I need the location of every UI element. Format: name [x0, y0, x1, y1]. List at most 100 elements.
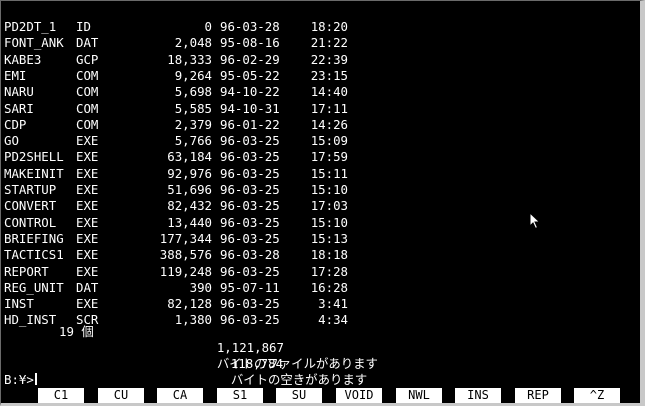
file-date: 95-07-11 [220, 280, 280, 295]
file-date: 95-08-16 [220, 35, 280, 50]
total-size-line: 1,121,867 バイトのファイルがあります [187, 324, 378, 371]
file-size: 92,976 [167, 166, 212, 181]
file-extension: COM [76, 84, 99, 99]
file-date: 94-10-31 [220, 101, 280, 116]
file-time: 18:18 [310, 247, 348, 262]
file-extension: DAT [76, 35, 99, 50]
function-key-10[interactable]: ^Z [574, 388, 620, 403]
free-bytes-text: バイトの空きがあります [230, 372, 368, 387]
file-size: 2,379 [174, 117, 212, 132]
file-size: 177,344 [159, 231, 212, 246]
file-size: 5,698 [174, 84, 212, 99]
file-date: 96-03-25 [220, 149, 280, 164]
file-date: 96-03-25 [220, 264, 280, 279]
file-extension: EXE [76, 247, 99, 262]
file-size: 5,766 [174, 133, 212, 148]
file-name: STARTUP [4, 182, 57, 197]
file-size: 2,048 [174, 35, 212, 50]
file-time: 17:28 [310, 264, 348, 279]
file-date: 96-03-25 [220, 198, 280, 213]
file-name: PD2SHELL [4, 149, 64, 164]
file-time: 17:59 [310, 149, 348, 164]
file-count: 19 個 [59, 324, 94, 339]
file-size: 18,333 [167, 52, 212, 67]
file-extension: EXE [76, 215, 99, 230]
free-bytes: 118,784 [230, 356, 284, 371]
file-name: EMI [4, 68, 27, 83]
function-key-1[interactable]: C1 [38, 388, 84, 403]
file-size: 5,585 [174, 101, 212, 116]
file-name: MAKEINIT [4, 166, 64, 181]
file-time: 16:28 [310, 280, 348, 295]
file-time: 15:10 [310, 215, 348, 230]
file-date: 95-05-22 [220, 68, 280, 83]
file-time: 15:09 [310, 133, 348, 148]
file-name: TACTICS1 [4, 247, 64, 262]
file-name: CONTROL [4, 215, 57, 230]
mouse-pointer-icon [529, 212, 541, 230]
file-date: 96-03-28 [220, 19, 280, 34]
file-extension: EXE [76, 296, 99, 311]
prompt-text: B:¥> [4, 372, 34, 387]
file-name: GO [4, 133, 19, 148]
file-name: FONT_ANK [4, 35, 64, 50]
text-cursor [34, 373, 37, 385]
function-key-3[interactable]: CA [157, 388, 203, 403]
file-date: 94-10-22 [220, 84, 280, 99]
file-time: 14:26 [310, 117, 348, 132]
file-extension: EXE [76, 133, 99, 148]
file-time: 17:03 [310, 198, 348, 213]
file-size: 388,576 [159, 247, 212, 262]
file-time: 21:22 [310, 35, 348, 50]
function-key-9[interactable]: REP [515, 388, 561, 403]
function-key-5[interactable]: SU [276, 388, 322, 403]
file-size: 63,184 [167, 149, 212, 164]
file-name: INST [4, 296, 34, 311]
file-size: 51,696 [167, 182, 212, 197]
file-time: 15:10 [310, 182, 348, 197]
file-time: 14:40 [310, 84, 348, 99]
file-time: 17:11 [310, 101, 348, 116]
file-date: 96-03-25 [220, 166, 280, 181]
file-size: 9,264 [174, 68, 212, 83]
function-key-2[interactable]: CU [98, 388, 144, 403]
function-key-6[interactable]: VOID [336, 388, 382, 403]
file-extension: COM [76, 101, 99, 116]
file-time: 15:13 [310, 231, 348, 246]
file-size: 82,128 [167, 296, 212, 311]
file-date: 96-03-25 [220, 215, 280, 230]
file-extension: ID [76, 19, 91, 34]
file-name: REG_UNIT [4, 280, 64, 295]
function-key-8[interactable]: INS [455, 388, 501, 403]
file-time: 22:39 [310, 52, 348, 67]
file-extension: EXE [76, 149, 99, 164]
file-size: 13,440 [167, 215, 212, 230]
file-name: NARU [4, 84, 34, 99]
file-name: REPORT [4, 264, 49, 279]
file-extension: EXE [76, 182, 99, 197]
file-extension: GCP [76, 52, 99, 67]
file-date: 96-02-29 [220, 52, 280, 67]
function-key-bar: C1 CU CA S1 SU VOID NWL INS REP ^Z [1, 388, 640, 404]
file-size: 0 [204, 19, 212, 34]
file-size: 390 [189, 280, 212, 295]
file-date: 96-03-25 [220, 231, 280, 246]
dos-console-screen[interactable]: PD2DT_1 ID 0 96-03-28 18:20 FONT_ANK DAT 2,048 9… [0, 0, 645, 406]
file-size: 82,432 [167, 198, 212, 213]
file-name: PD2DT_1 [4, 19, 57, 34]
command-prompt[interactable]: B:¥> [4, 373, 37, 387]
free-space-line: 118,784 バイトの空きがあります [201, 340, 367, 387]
file-date: 96-03-25 [220, 182, 280, 197]
file-time: 23:15 [310, 68, 348, 83]
file-date: 96-03-25 [220, 296, 280, 311]
file-extension: DAT [76, 280, 99, 295]
file-name: BRIEFING [4, 231, 64, 246]
file-time: 15:11 [310, 166, 348, 181]
file-name: KABE3 [4, 52, 42, 67]
file-time: 3:41 [318, 296, 348, 311]
function-key-4[interactable]: S1 [217, 388, 263, 403]
file-name: HD_INST [4, 312, 57, 327]
function-key-7[interactable]: NWL [396, 388, 442, 403]
file-date: 96-03-25 [220, 133, 280, 148]
file-extension: EXE [76, 198, 99, 213]
